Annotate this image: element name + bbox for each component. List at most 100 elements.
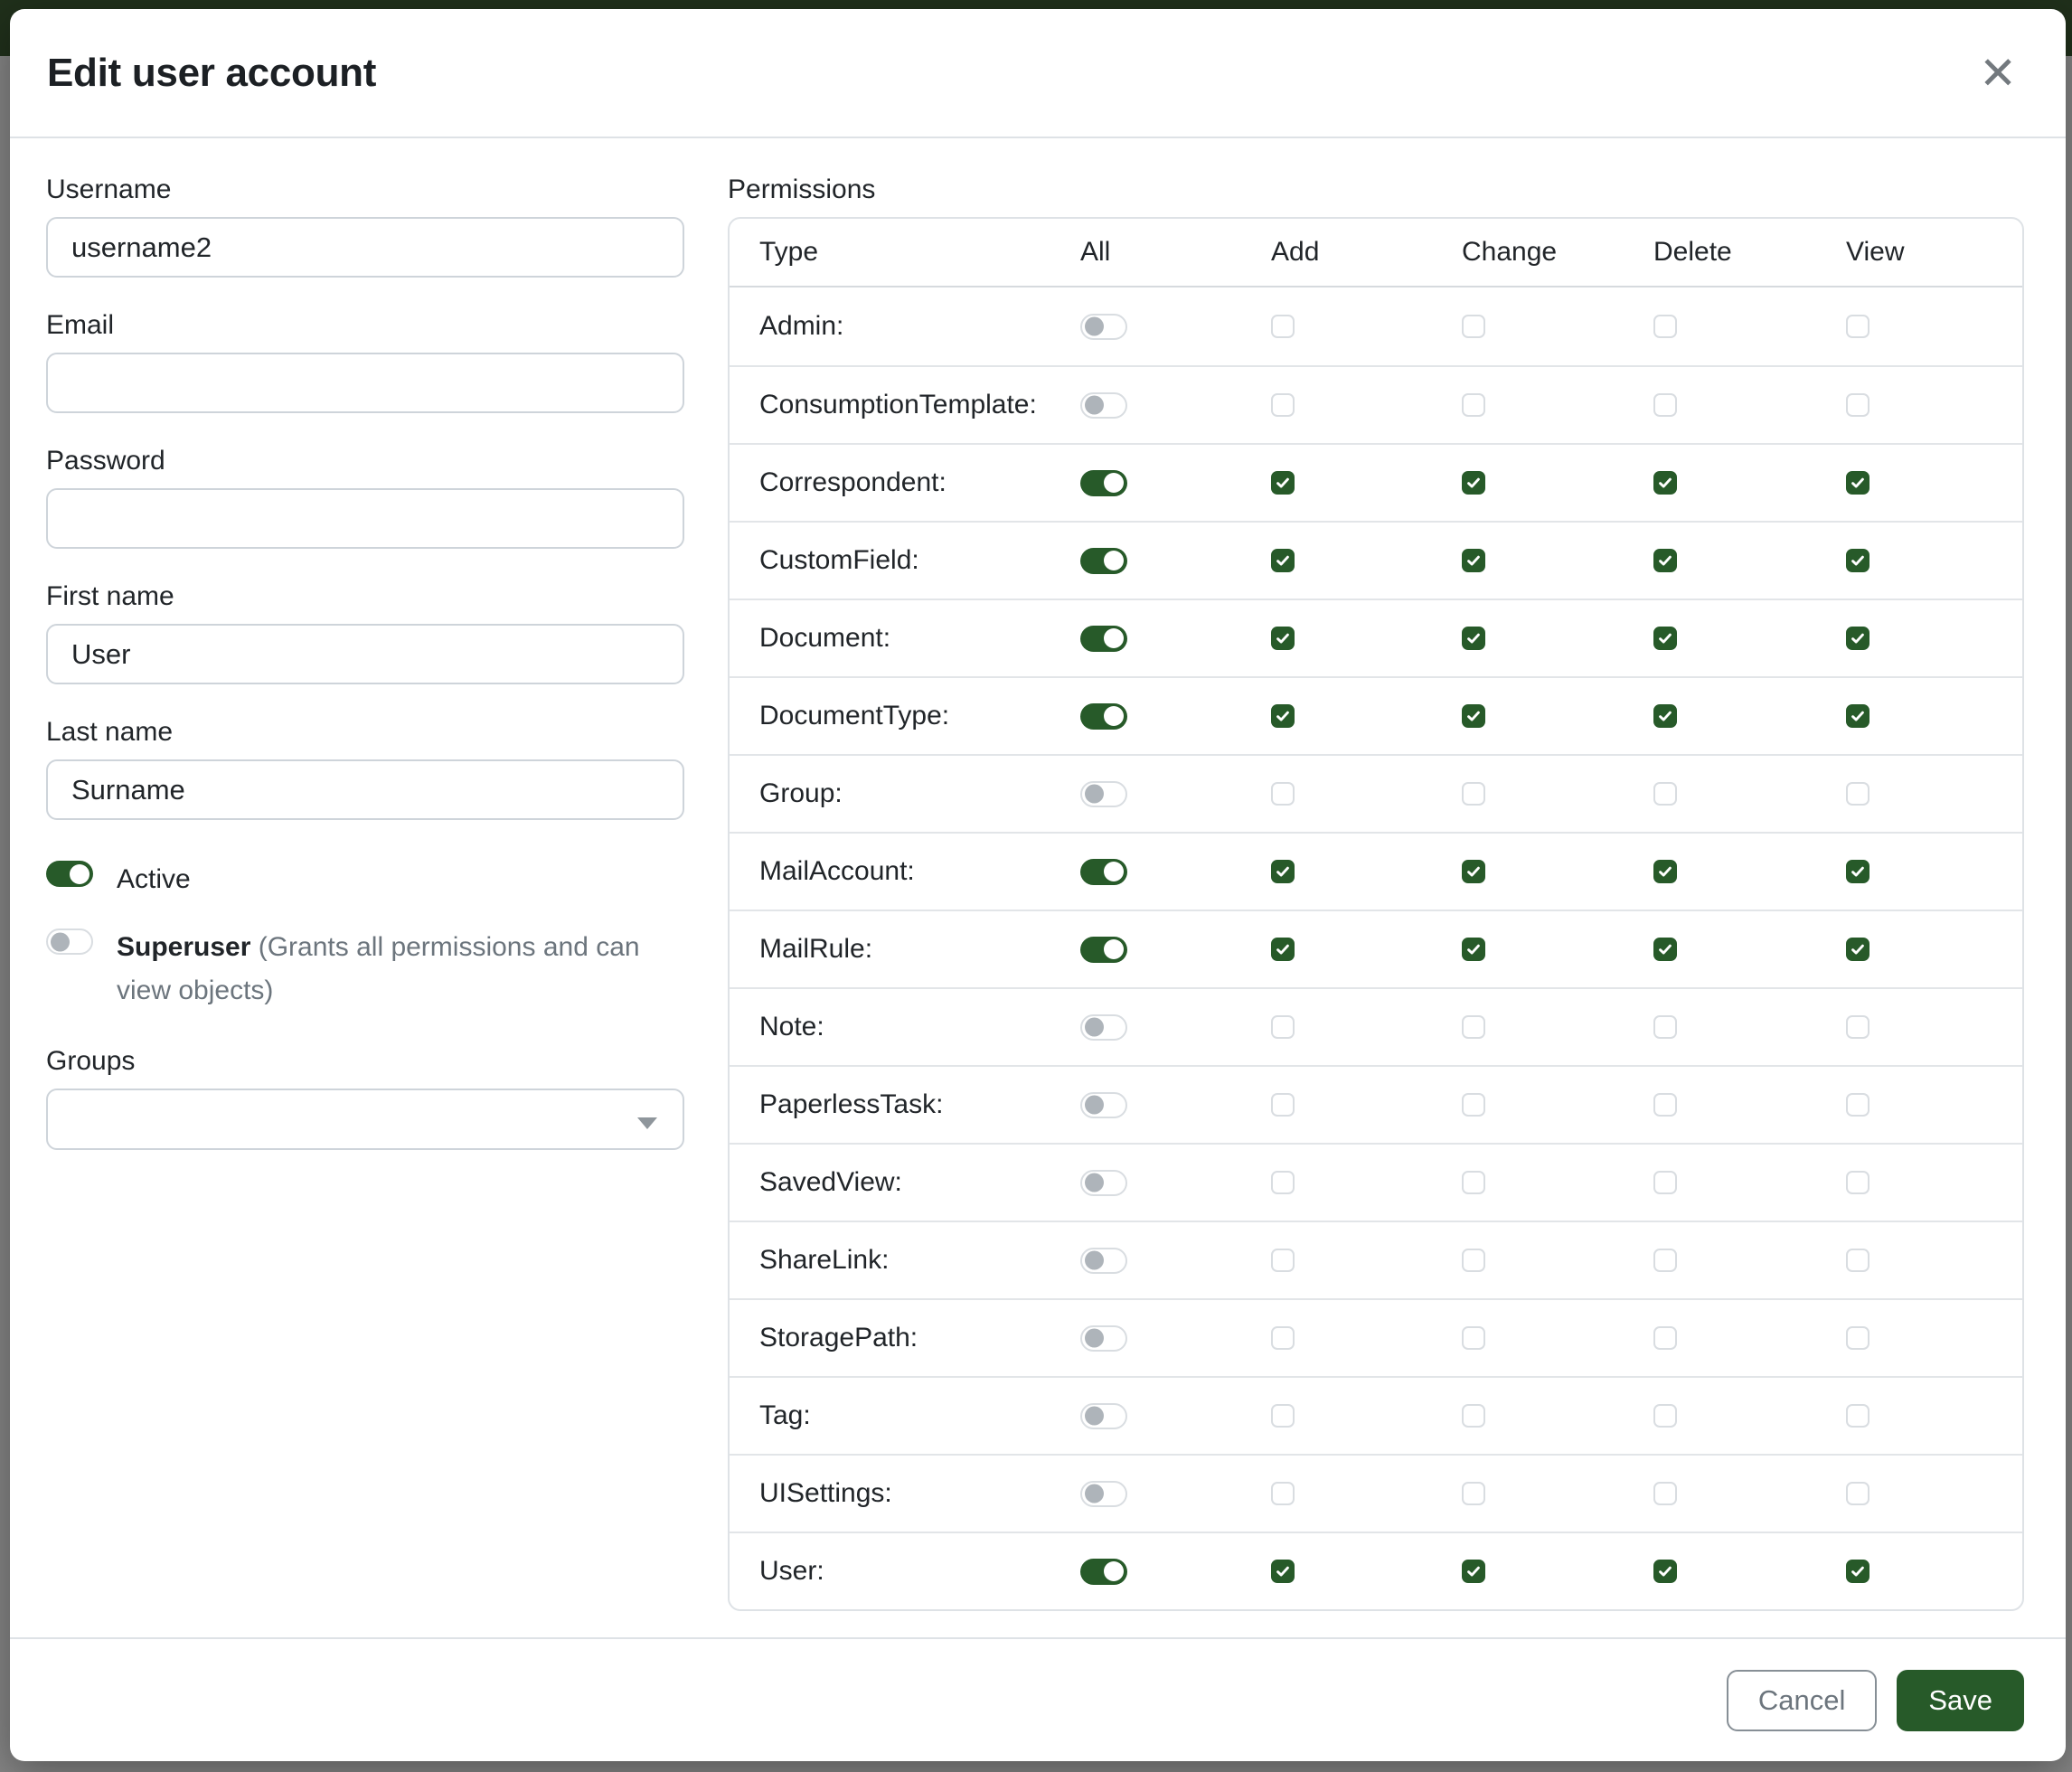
permission-delete-checkbox[interactable]: [1653, 782, 1677, 806]
username-input[interactable]: [46, 217, 684, 278]
permission-change-checkbox[interactable]: [1462, 1249, 1485, 1272]
permission-add-checkbox[interactable]: [1271, 1249, 1295, 1272]
permission-add-checkbox[interactable]: [1271, 938, 1295, 961]
permission-delete-checkbox[interactable]: [1653, 704, 1677, 728]
permission-change-checkbox[interactable]: [1462, 1560, 1485, 1583]
permission-all-toggle[interactable]: [1080, 1014, 1127, 1041]
permission-view-checkbox[interactable]: [1846, 1171, 1870, 1194]
permission-add-checkbox[interactable]: [1271, 393, 1295, 417]
active-toggle[interactable]: [46, 861, 93, 887]
permission-add-checkbox[interactable]: [1271, 471, 1295, 495]
permission-delete-checkbox[interactable]: [1653, 1171, 1677, 1194]
permission-change-checkbox[interactable]: [1462, 1015, 1485, 1039]
permission-all-toggle[interactable]: [1080, 392, 1127, 419]
permission-view-checkbox[interactable]: [1846, 627, 1870, 650]
permission-all-toggle[interactable]: [1080, 1170, 1127, 1196]
save-button[interactable]: Save: [1897, 1670, 2024, 1731]
email-input[interactable]: [46, 353, 684, 413]
permission-add-checkbox[interactable]: [1271, 1404, 1295, 1428]
permission-delete-checkbox[interactable]: [1653, 393, 1677, 417]
permission-change-checkbox[interactable]: [1462, 471, 1485, 495]
permission-change-checkbox[interactable]: [1462, 1404, 1485, 1428]
permission-all-toggle[interactable]: [1080, 1248, 1127, 1274]
first-name-input[interactable]: [46, 624, 684, 684]
permission-add-checkbox[interactable]: [1271, 704, 1295, 728]
permission-delete-checkbox[interactable]: [1653, 1249, 1677, 1272]
cancel-button[interactable]: Cancel: [1727, 1670, 1878, 1731]
permission-add-checkbox[interactable]: [1271, 1560, 1295, 1583]
permission-change-checkbox[interactable]: [1462, 1093, 1485, 1117]
permission-add-checkbox[interactable]: [1271, 860, 1295, 883]
permission-delete-checkbox[interactable]: [1653, 938, 1677, 961]
permission-all-toggle[interactable]: [1080, 1481, 1127, 1507]
permission-all-toggle[interactable]: [1080, 1403, 1127, 1429]
permission-view-checkbox[interactable]: [1846, 782, 1870, 806]
permission-add-checkbox[interactable]: [1271, 1326, 1295, 1350]
permission-delete-checkbox[interactable]: [1653, 860, 1677, 883]
permission-delete-checkbox[interactable]: [1653, 1326, 1677, 1350]
permission-all-toggle[interactable]: [1080, 1325, 1127, 1352]
permission-change-checkbox[interactable]: [1462, 782, 1485, 806]
permission-view-checkbox[interactable]: [1846, 393, 1870, 417]
permission-view-checkbox[interactable]: [1846, 1326, 1870, 1350]
permission-delete-checkbox[interactable]: [1653, 1482, 1677, 1505]
permission-delete-checkbox[interactable]: [1653, 549, 1677, 572]
permission-view-checkbox[interactable]: [1846, 1249, 1870, 1272]
permission-view-checkbox[interactable]: [1846, 1093, 1870, 1117]
password-input[interactable]: [46, 488, 684, 549]
permission-add-checkbox[interactable]: [1271, 1482, 1295, 1505]
permission-all-toggle[interactable]: [1080, 1092, 1127, 1118]
permission-add-checkbox[interactable]: [1271, 1093, 1295, 1117]
column-header-add: Add: [1271, 237, 1462, 268]
permission-type-label: SavedView:: [730, 1167, 1080, 1198]
permission-view-checkbox[interactable]: [1846, 938, 1870, 961]
permission-view-checkbox[interactable]: [1846, 860, 1870, 883]
permission-add-checkbox[interactable]: [1271, 549, 1295, 572]
close-icon[interactable]: ✕: [1970, 45, 2026, 101]
permission-change-checkbox[interactable]: [1462, 1482, 1485, 1505]
permission-delete-checkbox[interactable]: [1653, 315, 1677, 338]
permission-all-toggle[interactable]: [1080, 314, 1127, 340]
permission-add-checkbox[interactable]: [1271, 1171, 1295, 1194]
toggle-knob: [1104, 706, 1124, 726]
permission-delete-checkbox[interactable]: [1653, 1404, 1677, 1428]
permission-delete-checkbox[interactable]: [1653, 1560, 1677, 1583]
permission-change-checkbox[interactable]: [1462, 549, 1485, 572]
permission-change-checkbox[interactable]: [1462, 704, 1485, 728]
permission-add-checkbox[interactable]: [1271, 1015, 1295, 1039]
permission-view-checkbox[interactable]: [1846, 1404, 1870, 1428]
permission-all-toggle[interactable]: [1080, 626, 1127, 652]
permission-view-checkbox[interactable]: [1846, 471, 1870, 495]
permission-view-checkbox[interactable]: [1846, 1560, 1870, 1583]
permission-add-checkbox[interactable]: [1271, 627, 1295, 650]
permission-delete-checkbox[interactable]: [1653, 471, 1677, 495]
permission-change-checkbox[interactable]: [1462, 938, 1485, 961]
permission-change-checkbox[interactable]: [1462, 1326, 1485, 1350]
permission-all-toggle[interactable]: [1080, 1559, 1127, 1585]
permission-view-checkbox[interactable]: [1846, 315, 1870, 338]
permission-add-checkbox[interactable]: [1271, 315, 1295, 338]
permission-view-checkbox[interactable]: [1846, 549, 1870, 572]
toggle-knob: [1085, 1329, 1104, 1348]
permission-all-toggle[interactable]: [1080, 859, 1127, 885]
permission-all-toggle[interactable]: [1080, 548, 1127, 574]
permission-change-checkbox[interactable]: [1462, 627, 1485, 650]
permission-all-toggle[interactable]: [1080, 703, 1127, 730]
permission-all-toggle[interactable]: [1080, 781, 1127, 807]
last-name-input[interactable]: [46, 759, 684, 820]
permission-delete-checkbox[interactable]: [1653, 1015, 1677, 1039]
permission-all-toggle[interactable]: [1080, 937, 1127, 963]
permission-change-checkbox[interactable]: [1462, 1171, 1485, 1194]
permission-change-checkbox[interactable]: [1462, 860, 1485, 883]
permission-change-checkbox[interactable]: [1462, 315, 1485, 338]
superuser-toggle[interactable]: [46, 928, 93, 955]
permission-change-checkbox[interactable]: [1462, 393, 1485, 417]
groups-select[interactable]: [46, 1089, 684, 1150]
permission-view-checkbox[interactable]: [1846, 1015, 1870, 1039]
permission-add-checkbox[interactable]: [1271, 782, 1295, 806]
permission-delete-checkbox[interactable]: [1653, 627, 1677, 650]
permission-delete-checkbox[interactable]: [1653, 1093, 1677, 1117]
permission-view-checkbox[interactable]: [1846, 1482, 1870, 1505]
permission-all-toggle[interactable]: [1080, 470, 1127, 496]
permission-view-checkbox[interactable]: [1846, 704, 1870, 728]
